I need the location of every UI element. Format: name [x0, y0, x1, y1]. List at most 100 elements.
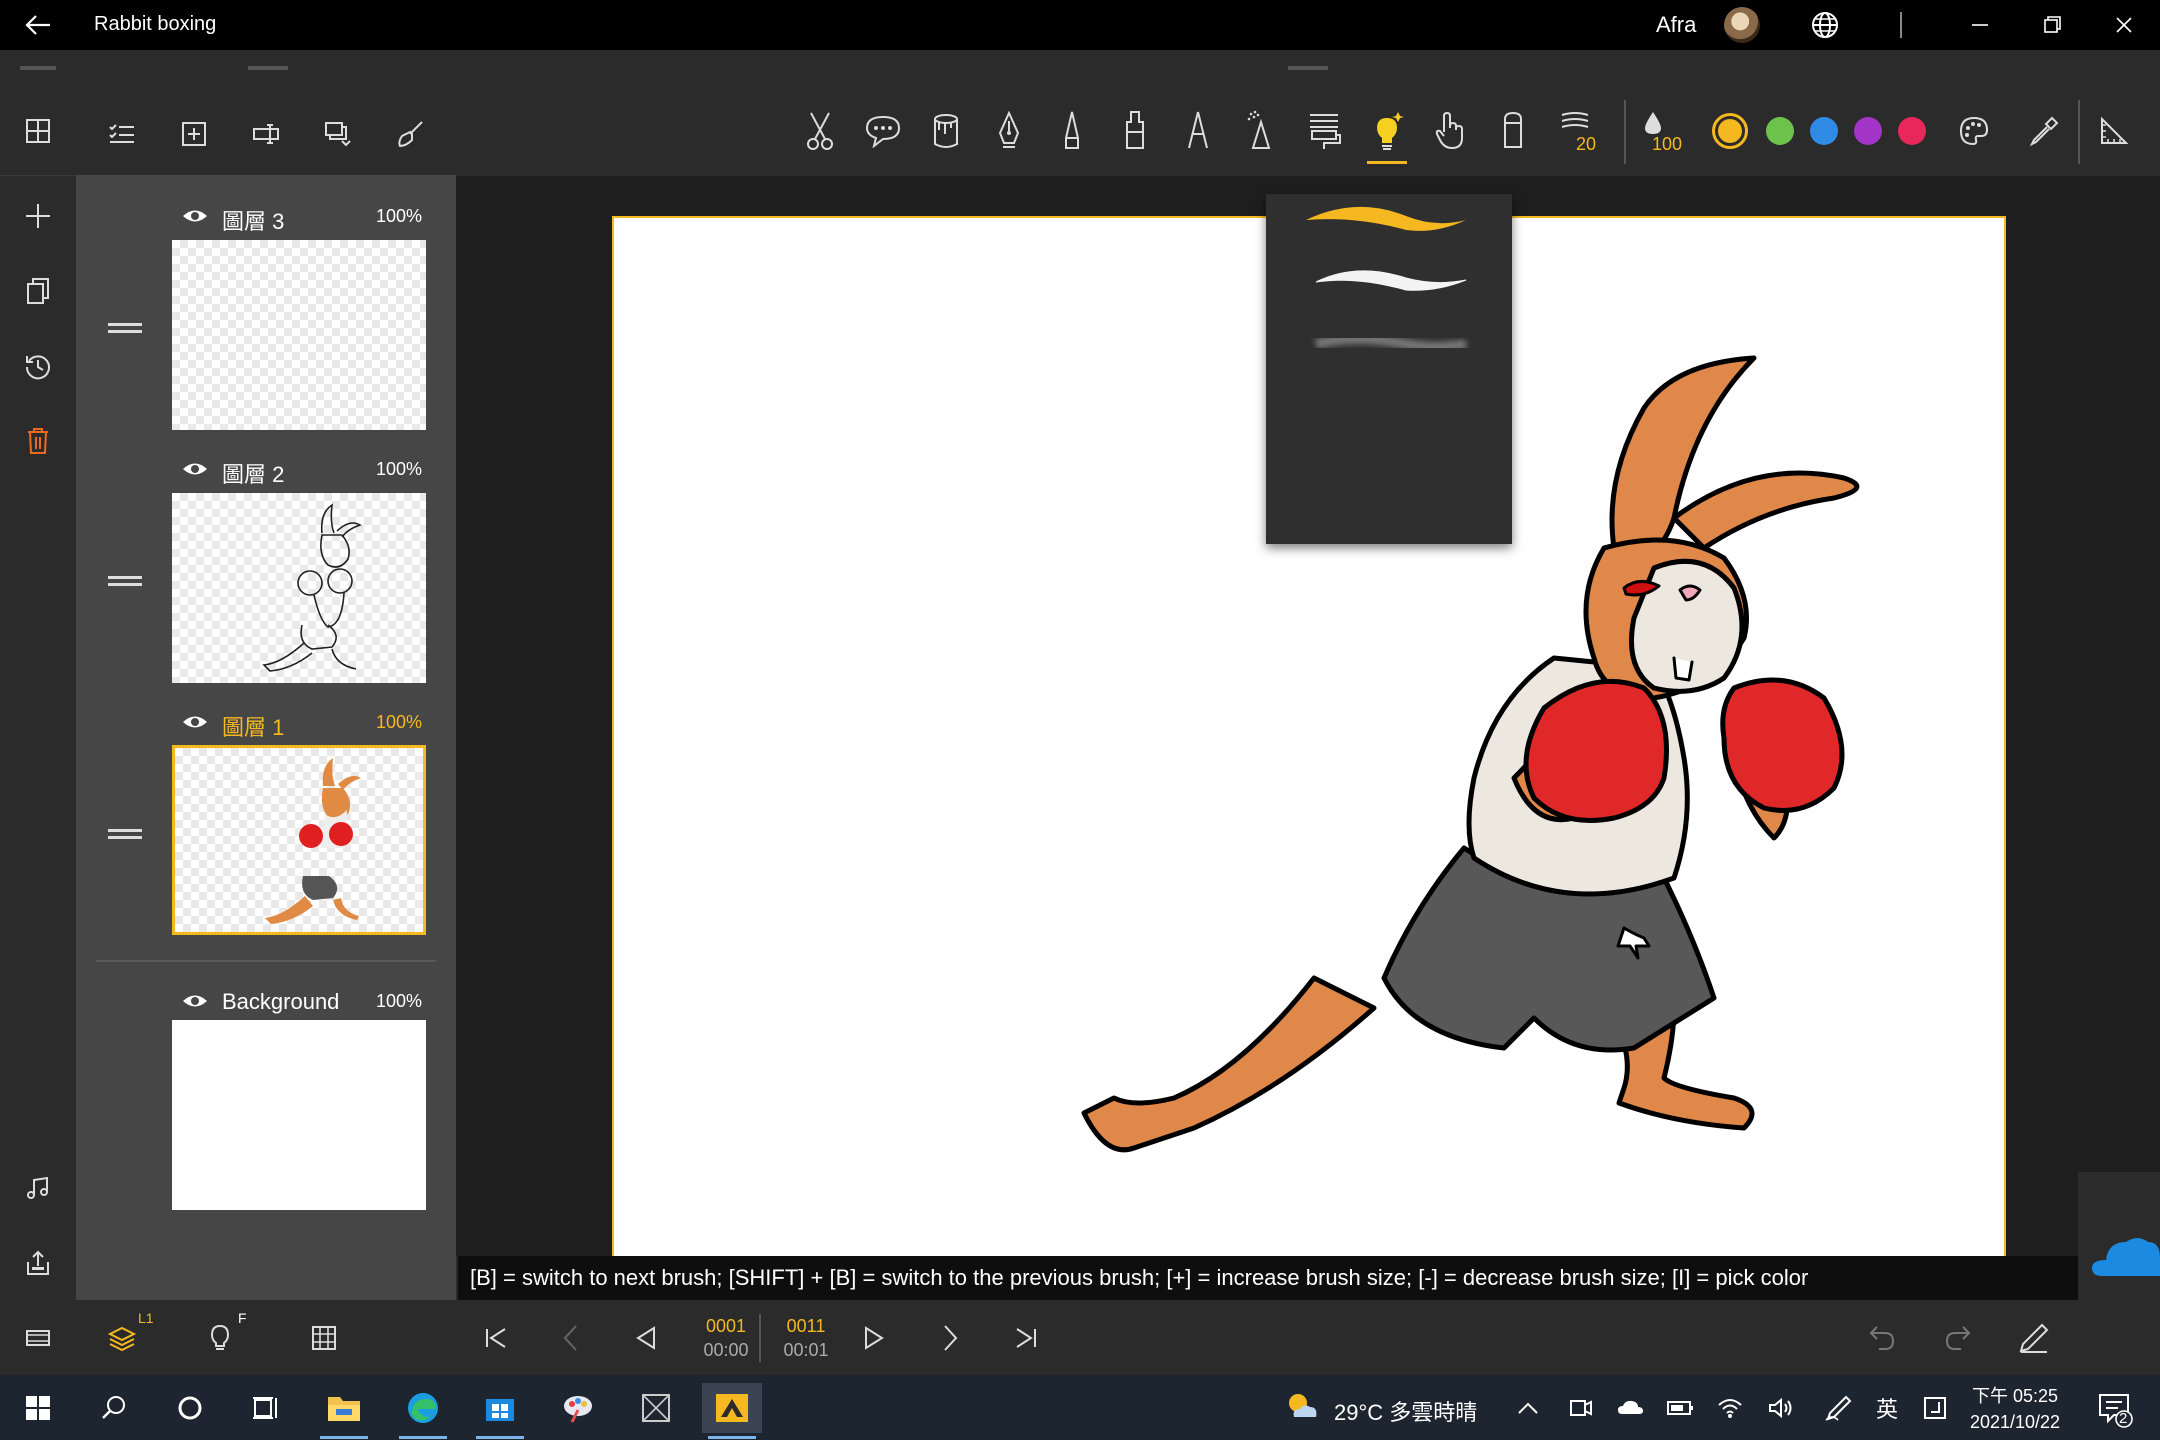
weather-cloud-sun-icon[interactable] — [1284, 1389, 1320, 1425]
delete-icon[interactable] — [18, 421, 58, 461]
toolbar-grip[interactable] — [1288, 66, 1328, 70]
file-explorer-icon[interactable] — [314, 1383, 374, 1439]
color-swatch-selected[interactable] — [1712, 113, 1748, 149]
eye-icon[interactable] — [182, 205, 208, 227]
total-frames: 0011 00:01 — [774, 1314, 838, 1362]
music-icon[interactable] — [18, 1168, 58, 1208]
ruler-icon[interactable] — [2092, 106, 2136, 156]
notification-center-icon[interactable] — [2094, 1389, 2134, 1429]
globe-icon[interactable] — [1810, 10, 1840, 40]
marker-icon[interactable] — [1113, 106, 1157, 156]
layer-thumbnail[interactable] — [172, 1020, 426, 1210]
gallery-grid-icon[interactable] — [18, 111, 58, 151]
left-rail — [0, 50, 76, 1375]
brush-style-solid[interactable] — [1306, 206, 1466, 231]
back-arrow-icon[interactable] — [20, 10, 56, 40]
ime-mode-icon[interactable] — [1918, 1391, 1952, 1425]
search-icon[interactable] — [84, 1383, 144, 1433]
prev-keyframe-icon[interactable] — [551, 1318, 591, 1358]
scissors-icon[interactable] — [798, 106, 842, 156]
user-name[interactable]: Afra — [1656, 12, 1696, 38]
brush-style-soft[interactable] — [1315, 270, 1467, 291]
layer-thumbnail[interactable] — [172, 240, 426, 430]
first-frame-icon[interactable] — [476, 1318, 516, 1358]
minimize-icon[interactable] — [1962, 8, 1998, 42]
brush-size-value[interactable]: 20 — [1576, 134, 1596, 155]
avatar[interactable] — [1724, 7, 1760, 43]
onedrive-tray-icon[interactable] — [1613, 1391, 1647, 1425]
color-swatch[interactable] — [1810, 117, 1838, 145]
volume-icon[interactable] — [1763, 1391, 1797, 1425]
color-swatch[interactable] — [1854, 117, 1882, 145]
lightbulb-icon[interactable] — [1365, 106, 1409, 164]
add-icon[interactable] — [18, 196, 58, 236]
color-swatch[interactable] — [1898, 117, 1926, 145]
rail-grip[interactable] — [20, 66, 56, 70]
store-icon[interactable] — [470, 1383, 530, 1439]
history-icon[interactable] — [18, 346, 58, 386]
grid-icon[interactable] — [304, 1318, 344, 1358]
prev-frame-icon[interactable] — [626, 1318, 666, 1358]
task-view-icon[interactable] — [236, 1383, 296, 1433]
layer-thumbnail[interactable] — [172, 493, 426, 683]
current-frame: 0001 00:00 — [694, 1314, 758, 1362]
close-icon[interactable] — [2106, 8, 2142, 42]
next-keyframe-icon[interactable] — [930, 1318, 970, 1358]
edge-browser-icon[interactable] — [393, 1383, 453, 1439]
last-frame-icon[interactable] — [1006, 1318, 1046, 1358]
ime-indicator[interactable]: 英 — [1870, 1391, 1904, 1425]
cortana-icon[interactable] — [160, 1383, 220, 1433]
drag-handle-icon[interactable] — [108, 576, 142, 586]
undo-icon[interactable] — [1862, 1318, 1902, 1358]
edit-pen-icon[interactable] — [2014, 1318, 2054, 1358]
color-swatch[interactable] — [1766, 117, 1794, 145]
wifi-icon[interactable] — [1713, 1391, 1747, 1425]
hand-icon[interactable] — [1428, 106, 1472, 156]
roller-icon[interactable] — [1302, 106, 1346, 156]
brush-style-blur[interactable] — [1314, 334, 1467, 352]
layer-list-icon[interactable] — [102, 114, 142, 154]
paint-bucket-icon[interactable] — [924, 106, 968, 156]
animation-app-icon[interactable] — [702, 1383, 762, 1439]
eyedropper-icon[interactable] — [2022, 106, 2066, 156]
layer-opacity: 100% — [376, 459, 423, 479]
duplicate-icon[interactable] — [18, 271, 58, 311]
opacity-value[interactable]: 100 — [1652, 134, 1682, 155]
restore-icon[interactable] — [2034, 8, 2070, 42]
export-icon[interactable] — [18, 1243, 58, 1283]
left-bottom-toolbar: L1 F — [0, 1300, 456, 1375]
rename-layer-icon[interactable] — [246, 114, 286, 154]
battery-icon[interactable] — [1663, 1391, 1697, 1425]
snipping-tool-icon[interactable] — [626, 1383, 686, 1433]
eye-icon[interactable] — [182, 711, 208, 733]
eye-icon[interactable] — [182, 458, 208, 480]
drag-handle-icon[interactable] — [108, 829, 142, 839]
weather-text[interactable]: 29°C 多雲時晴 — [1334, 1395, 1477, 1427]
windows-start-icon[interactable] — [8, 1383, 68, 1433]
paint-app-icon[interactable] — [548, 1383, 608, 1433]
clear-layer-brush-icon[interactable] — [390, 114, 430, 154]
redo-icon[interactable] — [1938, 1318, 1978, 1358]
merge-layer-icon[interactable] — [318, 114, 358, 154]
airbrush-icon[interactable] — [1239, 106, 1283, 156]
calligraphy-pen-icon[interactable] — [1176, 106, 1220, 156]
layers-panel: 圖層 3 100% 圖層 2 100% 圖層 1 100% Background… — [76, 50, 456, 1300]
layer-thumbnail[interactable] — [172, 745, 426, 935]
drag-handle-icon[interactable] — [108, 323, 142, 333]
layers-toolbar-grip[interactable] — [248, 66, 288, 70]
frames-icon[interactable] — [18, 1318, 58, 1358]
play-icon[interactable] — [854, 1318, 894, 1358]
layers-stack-icon[interactable] — [102, 1318, 142, 1358]
onion-skin-icon[interactable] — [200, 1318, 240, 1358]
eye-icon[interactable] — [182, 990, 208, 1012]
palette-icon[interactable] — [1952, 106, 1996, 156]
add-layer-icon[interactable] — [174, 114, 214, 154]
eraser-icon[interactable] — [1491, 106, 1535, 156]
meet-now-icon[interactable] — [1563, 1391, 1597, 1425]
pencil-tool-icon[interactable] — [1050, 106, 1094, 156]
tray-chevron-icon[interactable] — [1511, 1391, 1545, 1425]
speech-bubble-icon[interactable] — [861, 106, 905, 156]
fountain-pen-icon[interactable] — [987, 106, 1031, 156]
clock[interactable]: 下午 05:25 2021/10/22 — [1955, 1383, 2075, 1435]
pen-ink-icon[interactable] — [1821, 1391, 1855, 1425]
